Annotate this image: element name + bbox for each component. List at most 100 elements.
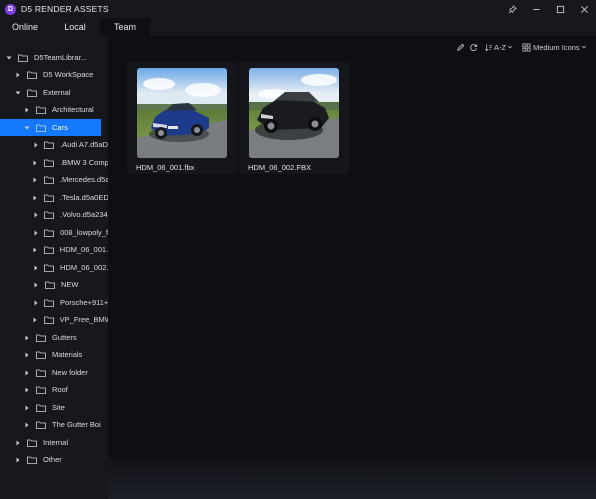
chevron-right-icon[interactable] (32, 176, 39, 184)
chevron-right-icon[interactable] (23, 334, 31, 342)
tree-item[interactable]: Site (0, 399, 108, 416)
asset-thumbnail (249, 68, 339, 158)
tree-item[interactable]: Cars (0, 119, 101, 136)
tree-item-label: The Gutter Boi (52, 420, 101, 429)
chevron-right-icon[interactable] (23, 421, 31, 429)
tree-item[interactable]: .BMW 3 Comp... (0, 154, 108, 171)
pin-icon[interactable] (500, 0, 524, 18)
tree-item-label: HDM_06_001.f... (59, 245, 108, 254)
chevron-right-icon[interactable] (14, 71, 22, 79)
tree-item[interactable]: NEW (0, 276, 108, 293)
chevron-right-icon[interactable] (32, 299, 39, 307)
tree-item[interactable]: The Gutter Boi (0, 416, 108, 433)
sort-button[interactable]: A-Z (484, 41, 513, 53)
folder-icon (36, 369, 46, 377)
folder-icon (43, 176, 54, 184)
chevron-right-icon[interactable] (32, 229, 39, 237)
folder-icon (36, 124, 46, 132)
chevron-right-icon[interactable] (32, 211, 39, 219)
folder-icon (44, 264, 54, 272)
chevron-right-icon[interactable] (14, 439, 22, 447)
tree-item-label: VP_Free_BMW... (59, 315, 108, 324)
toolbar: A-Z Medium Icons (108, 36, 596, 58)
sort-icon (485, 43, 493, 51)
window-controls (500, 0, 596, 18)
chevron-right-icon[interactable] (32, 264, 39, 272)
close-icon[interactable] (572, 0, 596, 18)
chevron-right-icon[interactable] (32, 141, 39, 149)
asset-card[interactable]: HDM_06_002.FBX (239, 62, 349, 174)
tree-item[interactable]: .Volvo.d5a234... (0, 206, 108, 223)
tree-item[interactable]: .Audi A7.d5aD... (0, 136, 108, 153)
tree-item[interactable]: Materials (0, 346, 108, 363)
tree-item[interactable]: D5 WorkSpace (0, 66, 108, 83)
tree-item[interactable]: Architectural (0, 101, 108, 118)
tree-item-label: HDM_06_002.... (60, 263, 108, 272)
chevron-right-icon[interactable] (32, 159, 39, 167)
tree-item[interactable]: Roof (0, 381, 108, 398)
edit-icon[interactable] (456, 41, 465, 53)
tree-item[interactable]: Internal (0, 434, 108, 451)
minimize-icon[interactable] (524, 0, 548, 18)
chevron-down-icon[interactable] (5, 54, 13, 62)
chevron-right-icon[interactable] (23, 106, 31, 114)
chevron-right-icon[interactable] (23, 351, 31, 359)
tree-item[interactable]: HDM_06_001.f... (0, 241, 108, 258)
tree-item-label: Roof (52, 385, 68, 394)
folder-icon (44, 299, 54, 307)
asset-card[interactable]: HDM_06_001.fbx (127, 62, 237, 174)
chevron-right-icon[interactable] (32, 194, 39, 202)
refresh-icon[interactable] (469, 41, 478, 53)
tree-item[interactable]: New folder (0, 364, 108, 381)
tree-item-label: D5 WorkSpace (43, 70, 94, 79)
tree-item[interactable]: Porsche+911+... (0, 294, 108, 311)
view-mode-label: Medium Icons (533, 42, 580, 52)
app-logo-icon: D (5, 3, 16, 15)
folder-icon (36, 404, 46, 412)
chevron-down-icon[interactable] (23, 124, 31, 132)
sort-label: A-Z (494, 42, 507, 52)
folder-icon (43, 316, 54, 324)
chevron-down-icon[interactable] (14, 89, 22, 97)
folder-icon (18, 54, 28, 62)
folder-icon (36, 386, 46, 394)
tree-item-label: .Mercedes.d5a... (59, 175, 108, 184)
tree-item-label: New folder (52, 368, 88, 377)
folder-tree: D5TeamLibrar... D5 WorkSpace External Archi… (0, 36, 108, 499)
tree-item-label: .BMW 3 Comp... (59, 158, 108, 167)
tree-item-label: External (43, 88, 71, 97)
tree-item[interactable]: Gutters (0, 329, 108, 346)
folder-icon (36, 106, 46, 114)
tree-item[interactable]: Other (0, 451, 108, 468)
tree-item-label: Architectural (52, 105, 94, 114)
tab-online[interactable]: Online (0, 18, 50, 36)
view-mode-button[interactable]: Medium Icons (522, 41, 587, 53)
chevron-right-icon[interactable] (14, 456, 22, 464)
tree-item[interactable]: .Mercedes.d5a... (0, 171, 108, 188)
chevron-right-icon[interactable] (23, 369, 31, 377)
tab-local[interactable]: Local (50, 18, 100, 36)
tree-item[interactable]: .Tesla.d5a0ED... (0, 189, 108, 206)
tab-team[interactable]: Team (100, 18, 150, 36)
folder-icon (27, 89, 37, 97)
tree-item-label: .Audi A7.d5aD... (60, 140, 108, 149)
view-grid-icon (522, 43, 531, 51)
chevron-right-icon[interactable] (32, 316, 39, 324)
tree-item[interactable]: 008_lowpoly_f... (0, 224, 108, 241)
tree-item[interactable]: External (0, 84, 108, 101)
asset-name: HDM_06_002.FBX (248, 163, 311, 172)
chevron-right-icon[interactable] (23, 386, 31, 394)
chevron-right-icon[interactable] (23, 404, 31, 412)
tree-item-label: D5TeamLibrar... (34, 53, 87, 62)
folder-icon (44, 141, 54, 149)
chevron-right-icon[interactable] (32, 281, 40, 289)
status-bar (108, 458, 596, 499)
tree-item[interactable]: HDM_06_002.... (0, 259, 108, 276)
tree-item[interactable]: VP_Free_BMW... (0, 311, 108, 328)
chevron-right-icon[interactable] (32, 246, 39, 254)
maximize-icon[interactable] (548, 0, 572, 18)
tree-item-label: Gutters (52, 333, 77, 342)
tree-item[interactable]: D5TeamLibrar... (0, 49, 108, 66)
tree-item-label: Site (52, 403, 65, 412)
asset-grid: HDM_06_001.fbx HDM_06_002.FBX (108, 58, 596, 458)
